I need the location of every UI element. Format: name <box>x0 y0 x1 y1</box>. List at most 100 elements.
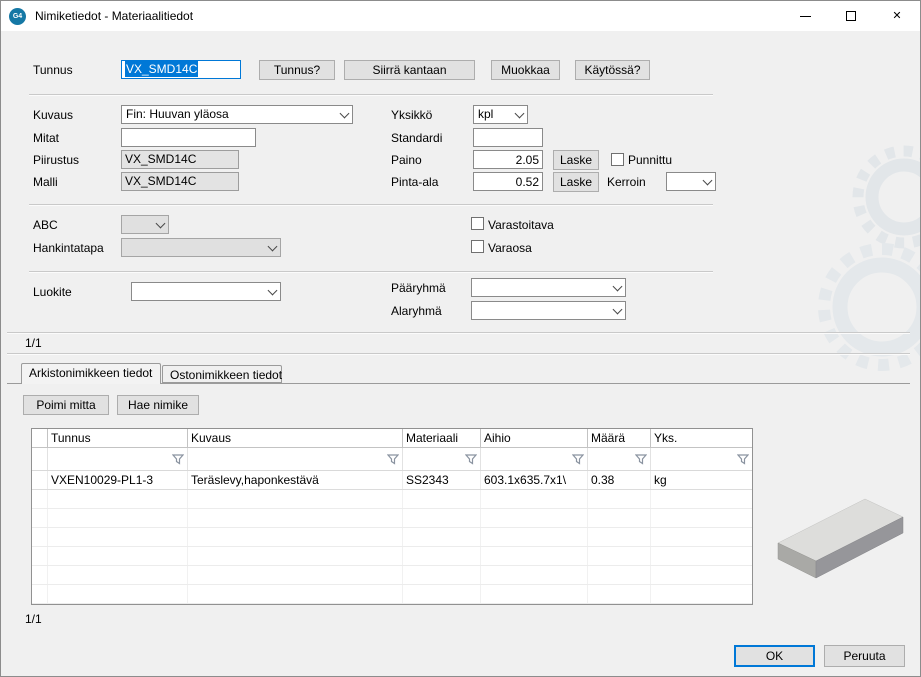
alaryhma-value <box>476 303 607 318</box>
luokite-label: Luokite <box>33 285 72 300</box>
table-row-empty <box>32 528 752 547</box>
filter-icon[interactable] <box>387 454 399 465</box>
table-row-empty <box>32 585 752 604</box>
abc-label: ABC <box>33 218 58 233</box>
filter-icon[interactable] <box>572 454 584 465</box>
piirustus-field: VX_SMD14C <box>121 150 239 169</box>
table-cell <box>32 448 48 470</box>
chevron-down-icon <box>511 106 527 123</box>
laske-pintaala-button[interactable]: Laske <box>553 172 599 192</box>
mitat-input[interactable] <box>121 128 256 147</box>
pintaala-label: Pinta-ala <box>391 175 438 190</box>
column-header-kuvaus[interactable]: Kuvaus <box>188 429 403 447</box>
minimize-icon <box>800 16 811 17</box>
column-header-maara[interactable]: Määrä <box>588 429 651 447</box>
abc-select[interactable] <box>121 215 169 234</box>
paino-input[interactable] <box>473 150 543 169</box>
table-filter-row <box>32 448 752 471</box>
yksikko-select[interactable]: kpl <box>473 105 528 124</box>
kerroin-value <box>671 174 697 189</box>
peruuta-button[interactable]: Peruuta <box>824 645 905 667</box>
table-cell <box>588 448 651 470</box>
column-header-aihio[interactable]: Aihio <box>481 429 588 447</box>
ok-button[interactable]: OK <box>734 645 815 667</box>
poimi-mitta-button[interactable]: Poimi mitta <box>23 395 109 415</box>
kuvaus-label: Kuvaus <box>33 108 73 123</box>
hankintatapa-value <box>126 240 262 255</box>
dialog-window: G4 Nimiketiedot - Materiaalitiedot ✕ Tun… <box>0 0 921 677</box>
table-cell <box>32 429 48 447</box>
gears-watermark <box>796 139 921 374</box>
malli-label: Malli <box>33 175 58 190</box>
kaytossa-button[interactable]: Käytössä? <box>575 60 650 80</box>
column-header-tunnus[interactable]: Tunnus <box>48 429 188 447</box>
siirra-kantaan-button[interactable]: Siirrä kantaan <box>344 60 475 80</box>
tunnus-input[interactable]: VX_SMD14C <box>121 60 241 79</box>
chevron-down-icon <box>609 302 625 319</box>
minimize-button[interactable] <box>782 1 828 31</box>
chevron-down-icon <box>609 279 625 296</box>
table-cell <box>403 448 481 470</box>
part-3d-preview <box>763 481 913 593</box>
alaryhma-label: Alaryhmä <box>391 304 442 319</box>
tunnus-query-button[interactable]: Tunnus? <box>259 60 335 80</box>
close-button[interactable]: ✕ <box>874 1 920 31</box>
maximize-button[interactable] <box>828 1 874 31</box>
table-row-empty <box>32 490 752 509</box>
kerroin-select[interactable] <box>666 172 716 191</box>
luokite-select[interactable] <box>131 282 281 301</box>
table-header-row: Tunnus Kuvaus Materiaali Aihio Määrä Yks… <box>32 429 752 448</box>
column-header-materiaali[interactable]: Materiaali <box>403 429 481 447</box>
kuvaus-select[interactable]: Fin: Huuvan yläosa <box>121 105 353 124</box>
standardi-label: Standardi <box>391 131 442 146</box>
table-row-empty <box>32 547 752 566</box>
mitat-label: Mitat <box>33 131 59 146</box>
separator <box>7 332 910 333</box>
standardi-input[interactable] <box>473 128 543 147</box>
cell-maara: 0.38 <box>588 471 651 489</box>
filter-icon[interactable] <box>737 454 749 465</box>
app-icon: G4 <box>9 8 26 25</box>
punnittu-checkbox[interactable] <box>611 153 624 166</box>
varastoitava-checkbox[interactable] <box>471 217 484 230</box>
chevron-down-icon <box>264 283 280 300</box>
filter-icon[interactable] <box>465 454 477 465</box>
table-row-empty <box>32 566 752 585</box>
luokite-value <box>136 284 262 299</box>
window-title: Nimiketiedot - Materiaalitiedot <box>35 9 193 23</box>
close-icon: ✕ <box>892 11 901 22</box>
chevron-down-icon <box>699 173 715 190</box>
pintaala-input[interactable] <box>473 172 543 191</box>
tab-arkistonimikkeen-tiedot[interactable]: Arkistonimikkeen tiedot <box>21 363 161 384</box>
laske-paino-button[interactable]: Laske <box>553 150 599 170</box>
yksikko-label: Yksikkö <box>391 108 432 123</box>
muokkaa-button[interactable]: Muokkaa <box>491 60 560 80</box>
tab-ostonimikkeen-tiedot[interactable]: Ostonimikkeen tiedot <box>162 365 282 383</box>
malli-field: VX_SMD14C <box>121 172 239 191</box>
abc-value <box>126 217 150 232</box>
items-table: Tunnus Kuvaus Materiaali Aihio Määrä Yks… <box>31 428 753 605</box>
alaryhma-select[interactable] <box>471 301 626 320</box>
cell-kuvaus: Teräslevy,haponkestävä <box>188 471 403 489</box>
cell-yks: kg <box>651 471 752 489</box>
cell-aihio: 603.1x635.7x1\ <box>481 471 588 489</box>
paaryhma-select[interactable] <box>471 278 626 297</box>
cell-tunnus: VXEN10029-PL1-3 <box>48 471 188 489</box>
chevron-down-icon <box>152 216 168 233</box>
column-header-yks[interactable]: Yks. <box>651 429 752 447</box>
filter-icon[interactable] <box>635 454 647 465</box>
paaryhma-label: Pääryhmä <box>391 281 446 296</box>
table-cell <box>32 471 48 489</box>
table-cell <box>481 448 588 470</box>
piirustus-value: VX_SMD14C <box>125 152 196 166</box>
record-pager: 1/1 <box>25 336 42 350</box>
table-pager: 1/1 <box>25 612 42 626</box>
varaosa-checkbox[interactable] <box>471 240 484 253</box>
filter-icon[interactable] <box>172 454 184 465</box>
piirustus-label: Piirustus <box>33 153 79 168</box>
hae-nimike-button[interactable]: Hae nimike <box>117 395 199 415</box>
table-row[interactable]: VXEN10029-PL1-3 Teräslevy,haponkestävä S… <box>32 471 752 490</box>
kuvaus-value: Fin: Huuvan yläosa <box>126 107 334 122</box>
cell-materiaali: SS2343 <box>403 471 481 489</box>
hankintatapa-select[interactable] <box>121 238 281 257</box>
